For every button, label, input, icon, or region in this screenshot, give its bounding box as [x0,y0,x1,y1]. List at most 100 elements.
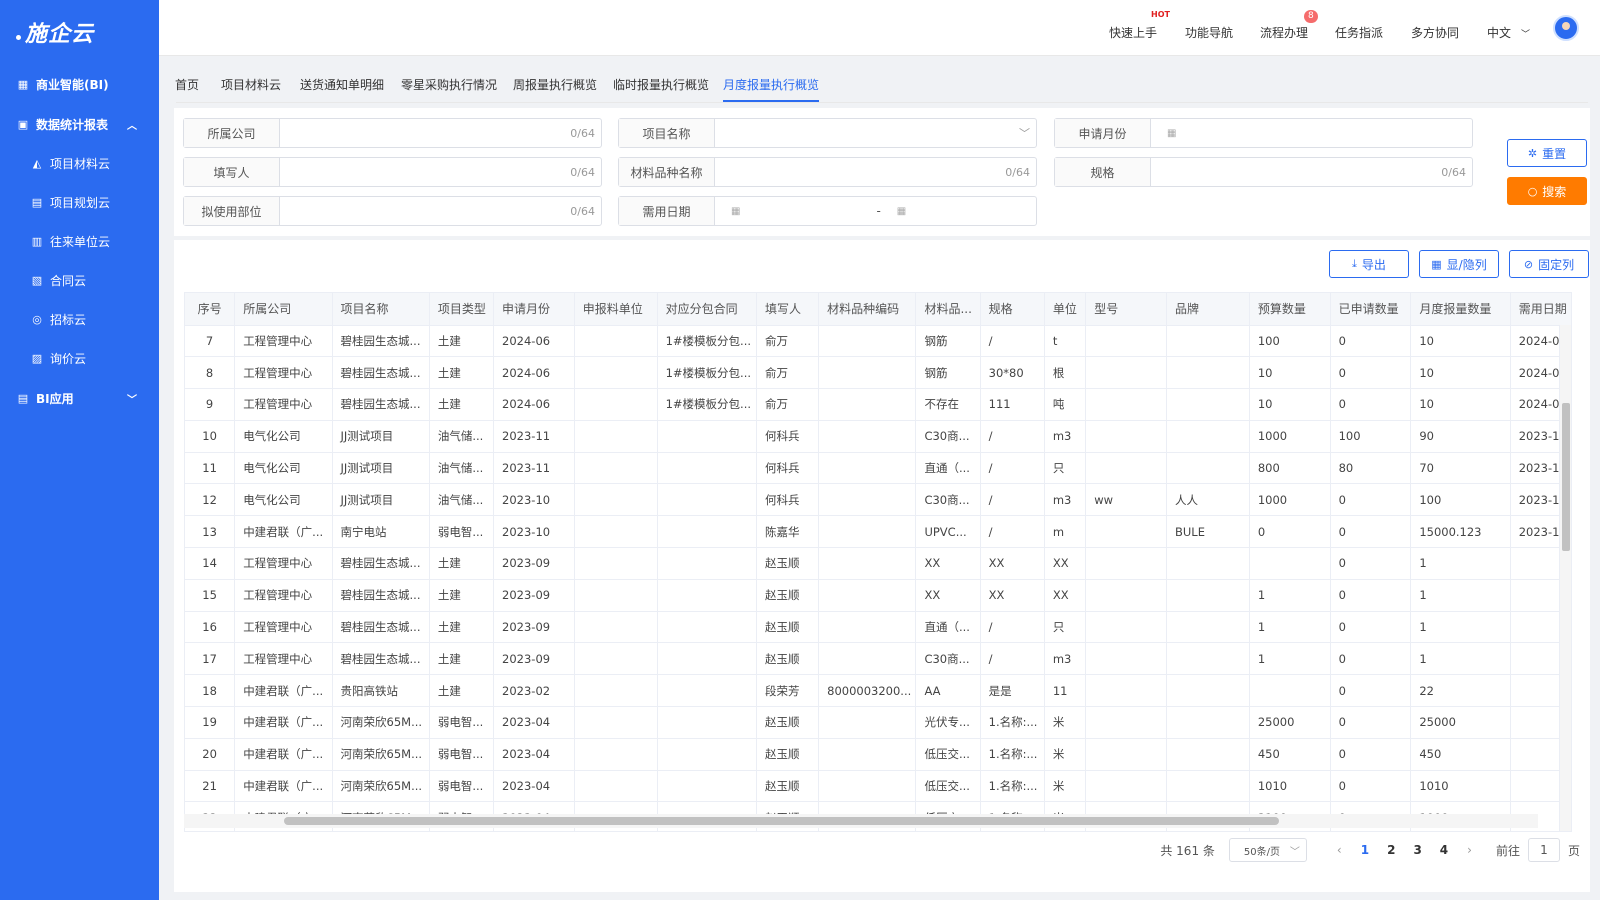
feature-nav-link[interactable]: 功能导航 [1185,24,1233,41]
spec-field[interactable]: 规格 0/64 [1054,157,1473,187]
column-header[interactable]: 所属公司 [234,293,333,326]
tab-monthly[interactable]: 月度报量执行概览 [723,76,820,102]
reset-button[interactable]: ✲ 重置 [1507,139,1587,167]
table-cell: 俞万 [756,388,820,421]
tab-purchase[interactable]: 零星采购执行情况 [401,76,497,102]
page-size-select[interactable]: 50条/页 ﹀ [1228,838,1307,862]
table-cell [1166,706,1250,739]
nav-contract[interactable]: ▧ 合同云 [0,261,159,300]
avatar[interactable] [1553,15,1579,41]
column-header[interactable]: 申请月份 [493,293,575,326]
table-row[interactable]: 16 工程管理中心 碧桂园生态城... 土建 2023-09 赵玉顺 直通（... / 只 1 0 1 [185,611,1571,644]
table-cell: 土建 [429,579,495,612]
tab-home[interactable]: 首页 [175,76,199,102]
process-link[interactable]: 流程办理 8 [1260,10,1318,41]
column-header[interactable]: 对应分包合同 [657,293,758,326]
next-page-icon[interactable]: › [1467,843,1472,857]
column-header[interactable]: 品牌 [1166,293,1250,326]
table-row[interactable]: 11 电气化公司 JJ测试项目 油气储... 2023-11 何科兵 直通（... / 只 800… [185,452,1571,485]
table-row[interactable]: 17 工程管理中心 碧桂园生态城... 土建 2023-09 赵玉顺 C30商... / m3 1… [185,642,1571,676]
page-1[interactable]: 1 [1361,843,1369,857]
table-cell: 电气化公司 [234,452,333,485]
language-select[interactable]: 中文 ﹀ [1487,24,1530,41]
table-cell: 0 [1330,579,1412,612]
table-cell: 1 [1410,579,1511,612]
scrollbar-thumb[interactable] [1562,403,1570,551]
column-header[interactable]: 型号 [1085,293,1167,326]
table-row[interactable]: 9 工程管理中心 碧桂园生态城... 土建 2024-06 1#楼模板分包... 俞万 不存在… [185,388,1571,421]
table-row[interactable]: 20 中建君联（广... 河南荣欣65M... 弱电智... 2023-04 赵玉顺 低压交… [185,738,1571,771]
quick-start-link[interactable]: 快速上手 HOT [1109,10,1170,41]
table-cell [818,452,917,485]
column-header[interactable]: 材料品... [915,293,981,326]
nav-plan[interactable]: ▤ 项目规划云 [0,183,159,222]
collab-link[interactable]: 多方协同 [1411,24,1459,41]
column-header[interactable]: 申报料单位 [574,293,658,326]
company-field[interactable]: 所属公司 0/64 [183,118,602,148]
column-header[interactable]: 填写人 [756,293,820,326]
table-cell: 0 [1330,611,1412,644]
month-picker[interactable]: 申请月份 ▦ [1054,118,1473,148]
column-header[interactable]: 项目名称 [332,293,430,326]
table-row[interactable]: 18 中建君联（广... 贵阳高铁站 土建 2023-02 段荣芳 8000003200..… [185,674,1571,708]
table-row[interactable]: 19 中建君联（广... 河南荣欣65M... 弱电智... 2023-04 赵玉顺 光伏专… [185,706,1571,739]
search-button[interactable]: ○ 搜索 [1507,177,1587,205]
table-cell: 2023-09 [493,579,575,612]
nav-partner[interactable]: ▥ 往来单位云 [0,222,159,261]
tab-temporary[interactable]: 临时报量执行概览 [613,76,709,102]
column-header[interactable]: 月度报量数量 [1410,293,1511,326]
tab-delivery[interactable]: 送货通知单明细 [300,76,384,102]
table-cell [1085,515,1167,549]
table-header-row: 序号 所属公司 项目名称 项目类型 申请月份 申报料单位 对应分包合同 填写人 材料品种编码 材料… [185,293,1571,326]
table-cell [574,325,658,358]
column-header[interactable]: 预算数量 [1249,293,1331,326]
chevron-down-icon: ﹀ [1019,127,1030,140]
vertical-scrollbar[interactable] [1559,325,1571,831]
table-cell: 1#楼模板分包... [657,388,758,421]
page-3[interactable]: 3 [1413,843,1421,857]
writer-field[interactable]: 填写人 0/64 [183,157,602,187]
nav-material[interactable]: ◭ 项目材料云 [0,144,159,183]
table-cell: 100 [1249,325,1331,358]
nav-bi[interactable]: ▦ 商业智能(BI) [0,64,159,104]
export-button[interactable]: ⤓ 导出 [1329,250,1409,278]
nav-bid[interactable]: ◎ 招标云 [0,300,159,339]
fix-columns-button[interactable]: ⊘ 固定列 [1509,250,1589,278]
nav-bi-app[interactable]: ▤ BI应用 ﹀ [0,378,159,418]
prev-page-icon[interactable]: ‹ [1337,843,1342,857]
table-row[interactable]: 14 工程管理中心 碧桂园生态城... 土建 2023-09 赵玉顺 XX XX XX 0 1 [185,547,1571,580]
nav-report[interactable]: ▣ 数据统计报表 ︿ [0,104,159,144]
column-header[interactable]: 单位 [1044,293,1087,326]
column-header[interactable]: 规格 [980,293,1045,326]
scrollbar-thumb[interactable] [284,817,1279,825]
material-field[interactable]: 材料品种名称 0/64 [618,157,1037,187]
column-header[interactable]: 项目类型 [429,293,495,326]
column-header[interactable]: 序号 [185,293,236,326]
tab-material[interactable]: 项目材料云 [221,76,281,102]
goto-page-input[interactable]: 1 [1527,838,1560,862]
table-row[interactable]: 21 中建君联（广... 河南荣欣65M... 弱电智... 2023-04 赵玉顺 低压交… [185,770,1571,803]
column-header[interactable]: 需用日期 [1510,293,1571,326]
page-4[interactable]: 4 [1440,843,1448,857]
table-cell: 碧桂园生态城... [332,611,430,644]
table-row[interactable]: 15 工程管理中心 碧桂园生态城... 土建 2023-09 赵玉顺 XX XX XX 1 0 1 [185,579,1571,612]
table-row[interactable]: 12 电气化公司 JJ测试项目 油气储... 2023-10 何科兵 C30商... / m3 w… [185,483,1571,517]
app-logo[interactable]: 施企云 [0,0,159,64]
task-link[interactable]: 任务指派 [1335,24,1383,41]
page-2[interactable]: 2 [1387,843,1395,857]
table-row[interactable]: 13 中建君联（广... 南宁电站 弱电智... 2023-10 陈嘉华 UPVC... / m… [185,515,1571,549]
need-date-range[interactable]: 需用日期 ▦ - ▦ [618,196,1037,226]
horizontal-scrollbar[interactable] [184,814,1538,828]
toggle-columns-button[interactable]: ▦ 显/隐列 [1419,250,1499,278]
column-header[interactable]: 材料品种编码 [818,293,917,326]
nav-inquiry[interactable]: ▨ 询价云 [0,339,159,378]
table-cell [1085,706,1167,739]
table-row[interactable]: 10 电气化公司 JJ测试项目 油气储... 2023-11 何科兵 C30商... / m3 1… [185,420,1571,453]
column-header[interactable]: 已申请数量 [1330,293,1412,326]
table-cell: 16 [185,611,236,644]
usage-field[interactable]: 拟使用部位 0/64 [183,196,602,226]
tab-weekly[interactable]: 周报量执行概览 [513,76,597,102]
project-select[interactable]: 项目名称 ﹀ [618,118,1037,148]
table-row[interactable]: 7 工程管理中心 碧桂园生态城... 土建 2024-06 1#楼模板分包... 俞万 钢筋 /… [185,325,1571,358]
table-row[interactable]: 8 工程管理中心 碧桂园生态城... 土建 2024-06 1#楼模板分包... 俞万 钢筋 3… [185,356,1571,390]
